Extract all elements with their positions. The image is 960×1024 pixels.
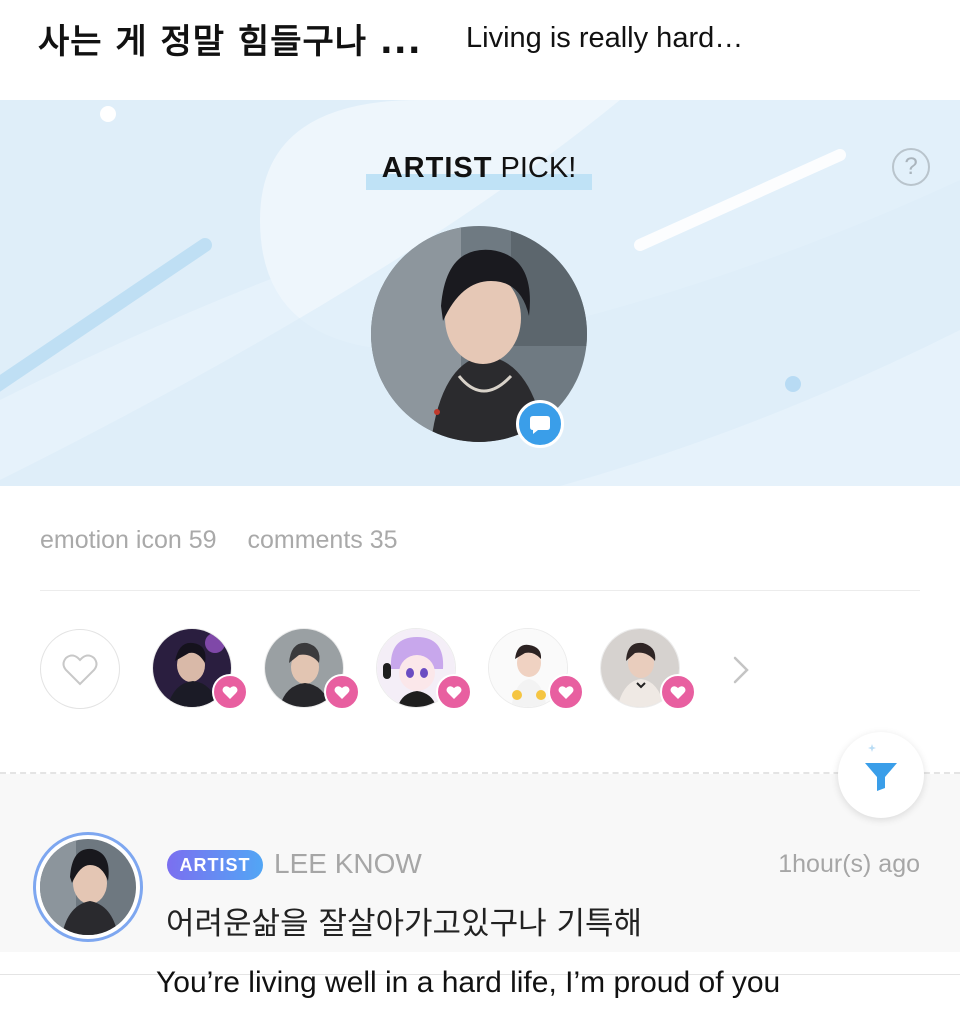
comment-text: 어려운삶을 잘살아가고있구나 기특해 [166, 906, 643, 942]
heart-icon [212, 674, 248, 710]
comment-count[interactable]: comments 35 [247, 526, 397, 554]
reactor-avatar[interactable] [152, 628, 248, 712]
comment-timestamp: 1hour(s) ago [778, 850, 920, 878]
comment-author-name[interactable]: LEE KNOW [274, 848, 422, 880]
post-title: 사는 게 정말 힘들구나 ... [38, 22, 422, 62]
dashed-divider [0, 772, 960, 774]
chevron-right-icon[interactable] [731, 656, 751, 684]
chat-bubble-icon[interactable] [516, 400, 564, 448]
artist-pick-label: ARTIST PICK! [366, 152, 592, 190]
artist-pick-banner: ARTIST PICK! ? [0, 100, 960, 486]
heart-outline-icon [62, 654, 98, 686]
heart-icon [324, 674, 360, 710]
author-photo [40, 839, 136, 935]
like-button[interactable] [40, 629, 120, 709]
heart-icon [660, 674, 696, 710]
comment-author-avatar[interactable] [33, 832, 143, 942]
heart-icon [548, 674, 584, 710]
artist-badge: ARTIST [167, 850, 263, 880]
reactor-avatar[interactable] [376, 628, 472, 712]
question-circle-icon[interactable]: ? [892, 148, 930, 186]
post-stats: emotion icon 59 comments 35 [40, 526, 422, 555]
heart-icon [436, 674, 472, 710]
reactor-avatar[interactable] [264, 628, 360, 712]
artist-pick-strong: ARTIST [381, 152, 493, 184]
comment-translation: You’re living well in a hard life, I’m p… [156, 966, 781, 999]
post-header: 사는 게 정말 힘들구나 ... Living is really hard… [0, 0, 960, 100]
artist-pick-rest: PICK! [492, 152, 577, 184]
filter-funnel-icon [865, 744, 897, 791]
reactor-avatar[interactable] [488, 628, 584, 712]
post-title-translation: Living is really hard… [466, 22, 744, 54]
divider [40, 590, 920, 591]
emotion-count[interactable]: emotion icon 59 [40, 526, 217, 554]
filter-button[interactable] [838, 732, 924, 818]
reactor-avatar[interactable] [600, 628, 696, 712]
